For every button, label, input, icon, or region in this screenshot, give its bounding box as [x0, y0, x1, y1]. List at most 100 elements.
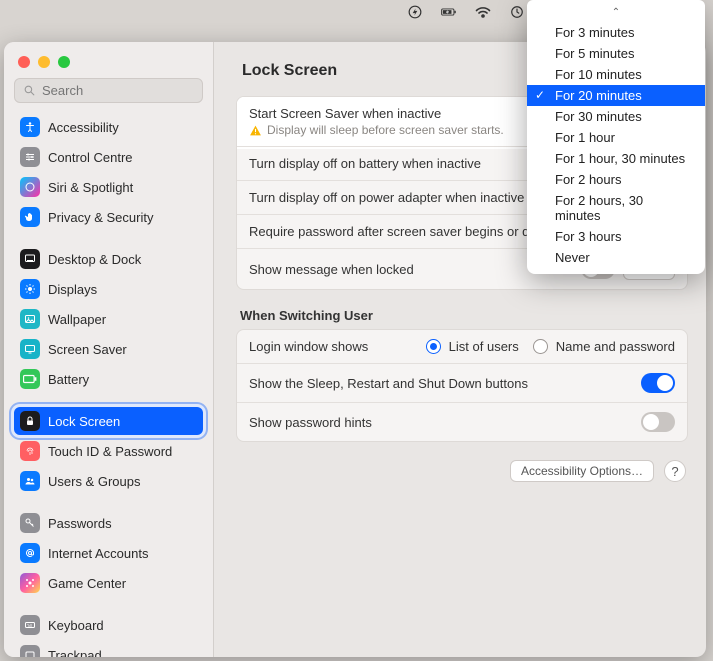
sidebar-item-internet-accounts[interactable]: Internet Accounts	[14, 539, 203, 567]
dropdown-item[interactable]: Never	[527, 247, 705, 268]
dropdown-item[interactable]: For 1 hour, 30 minutes	[527, 148, 705, 169]
row-label: Show the Sleep, Restart and Shut Down bu…	[249, 376, 631, 391]
warning-icon	[249, 124, 262, 137]
dropdown-item[interactable]: For 3 hours	[527, 226, 705, 247]
maximize-window[interactable]	[58, 56, 70, 68]
section-switch-title: When Switching User	[240, 308, 688, 323]
sidebar-item-touch-id-password[interactable]: Touch ID & Password	[14, 437, 203, 465]
dropdown-item-label: For 20 minutes	[555, 88, 642, 103]
screen-icon	[20, 339, 40, 359]
sidebar-item-label: Passwords	[48, 516, 112, 531]
key-icon	[20, 513, 40, 533]
battery-icon	[20, 369, 40, 389]
sidebar-item-label: Screen Saver	[48, 342, 127, 357]
dropdown-item-label: For 2 hours, 30 minutes	[555, 193, 643, 223]
dropdown-item[interactable]: For 1 hour	[527, 127, 705, 148]
radio-list-users[interactable]: List of users	[426, 339, 519, 354]
dropdown-item-label: For 3 hours	[555, 229, 621, 244]
sidebar-item-game-center[interactable]: Game Center	[14, 569, 203, 597]
sidebar-item-label: Control Centre	[48, 150, 133, 165]
row-show-password-hints: Show password hints	[237, 403, 687, 441]
dropdown-item[interactable]: For 2 hours	[527, 169, 705, 190]
at-icon	[20, 543, 40, 563]
dropdown-scroll-up[interactable]: ⌃	[527, 6, 705, 22]
sidebar-item-label: Accessibility	[48, 120, 119, 135]
toggle-password-hints[interactable]	[641, 412, 675, 432]
dropdown-item[interactable]: For 3 minutes	[527, 22, 705, 43]
dropdown-item[interactable]: For 10 minutes	[527, 64, 705, 85]
accessibility-options-button[interactable]: Accessibility Options…	[510, 460, 654, 482]
dropdown-item[interactable]: For 5 minutes	[527, 43, 705, 64]
close-window[interactable]	[18, 56, 30, 68]
game-icon	[20, 573, 40, 593]
sidebar-list: Accessibility Control Centre Siri & Spotli…	[14, 113, 203, 657]
dock-icon	[20, 249, 40, 269]
sidebar-item-desktop-dock[interactable]: Desktop & Dock	[14, 245, 203, 273]
sidebar-item-wallpaper[interactable]: Wallpaper	[14, 305, 203, 333]
sidebar-item-control-centre[interactable]: Control Centre	[14, 143, 203, 171]
sidebar-item-privacy-security[interactable]: Privacy & Security	[14, 203, 203, 231]
search-input[interactable]	[42, 83, 194, 98]
sidebar-item-label: Siri & Spotlight	[48, 180, 133, 195]
help-button[interactable]: ?	[664, 460, 686, 482]
sidebar-item-label: Game Center	[48, 576, 126, 591]
dropdown-item[interactable]: For 30 minutes	[527, 106, 705, 127]
dropdown-item[interactable]: For 2 hours, 30 minutes	[527, 190, 705, 226]
sidebar-item-label: Keyboard	[48, 618, 104, 633]
sliders-icon	[20, 147, 40, 167]
duration-dropdown[interactable]: ⌃ For 3 minutes For 5 minutes For 10 minut…	[527, 0, 705, 274]
hand-icon	[20, 207, 40, 227]
sidebar-item-label: Privacy & Security	[48, 210, 153, 225]
clock-icon[interactable]	[509, 4, 525, 20]
row-show-sleep-restart: Show the Sleep, Restart and Shut Down bu…	[237, 364, 687, 403]
dropdown-item-label: For 1 hour, 30 minutes	[555, 151, 685, 166]
sidebar-item-label: Battery	[48, 372, 89, 387]
check-icon: ✓	[535, 88, 545, 102]
row-label: Show password hints	[249, 415, 631, 430]
fingerprint-icon	[20, 441, 40, 461]
sidebar-item-label: Touch ID & Password	[48, 444, 172, 459]
dropdown-item-label: For 2 hours	[555, 172, 621, 187]
window-controls	[14, 52, 203, 78]
radio-name-password[interactable]: Name and password	[533, 339, 675, 354]
dropdown-item[interactable]: ✓ For 20 minutes	[527, 85, 705, 106]
bottom-actions: Accessibility Options… ?	[236, 460, 688, 482]
users-icon	[20, 471, 40, 491]
bolt-icon[interactable]	[407, 4, 423, 20]
sidebar-item-displays[interactable]: Displays	[14, 275, 203, 303]
battery-icon[interactable]	[441, 4, 457, 20]
wifi-icon[interactable]	[475, 4, 491, 20]
sidebar-item-label: Desktop & Dock	[48, 252, 141, 267]
sidebar-item-siri-spotlight[interactable]: Siri & Spotlight	[14, 173, 203, 201]
sidebar-item-battery[interactable]: Battery	[14, 365, 203, 393]
dropdown-item-label: For 1 hour	[555, 130, 615, 145]
minimize-window[interactable]	[38, 56, 50, 68]
row-label: Show message when locked	[249, 262, 571, 277]
search-field[interactable]	[14, 78, 203, 103]
siri-icon	[20, 177, 40, 197]
sidebar-item-trackpad[interactable]: Trackpad	[14, 641, 203, 657]
sidebar-item-lock-screen[interactable]: Lock Screen	[14, 407, 203, 435]
sidebar-item-accessibility[interactable]: Accessibility	[14, 113, 203, 141]
sidebar-item-screen-saver[interactable]: Screen Saver	[14, 335, 203, 363]
sidebar-item-label: Users & Groups	[48, 474, 140, 489]
dropdown-item-label: For 10 minutes	[555, 67, 642, 82]
sidebar-item-passwords[interactable]: Passwords	[14, 509, 203, 537]
dropdown-item-label: For 5 minutes	[555, 46, 634, 61]
row-login-window-shows: Login window shows List of users Name an…	[237, 330, 687, 364]
dropdown-item-label: For 30 minutes	[555, 109, 642, 124]
sidebar-item-label: Trackpad	[48, 648, 102, 658]
keyboard-icon	[20, 615, 40, 635]
sidebar: Accessibility Control Centre Siri & Spotli…	[4, 42, 214, 657]
accessibility-icon	[20, 117, 40, 137]
sun-icon	[20, 279, 40, 299]
photo-icon	[20, 309, 40, 329]
trackpad-icon	[20, 645, 40, 657]
sidebar-item-label: Displays	[48, 282, 97, 297]
search-icon	[23, 84, 36, 97]
sidebar-item-users-groups[interactable]: Users & Groups	[14, 467, 203, 495]
panel-switch-user: Login window shows List of users Name an…	[236, 329, 688, 442]
toggle-sleep-restart[interactable]	[641, 373, 675, 393]
sidebar-item-keyboard[interactable]: Keyboard	[14, 611, 203, 639]
sidebar-item-label: Lock Screen	[48, 414, 120, 429]
